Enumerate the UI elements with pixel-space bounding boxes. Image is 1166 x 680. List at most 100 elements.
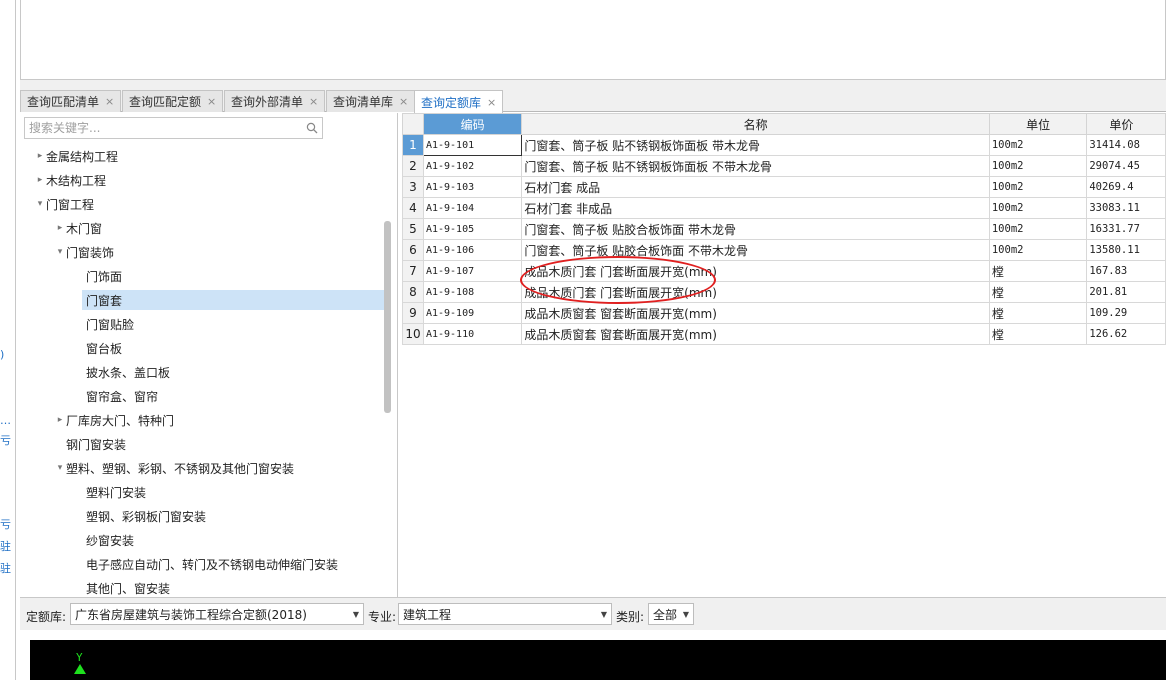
header-name[interactable]: 名称 (521, 113, 990, 135)
table-row[interactable]: 8 A1-9-108 成品木质门套 门套断面展开宽(mm) 樘 201.81 (402, 281, 1166, 303)
cell-unit[interactable]: 樘 (988, 302, 1088, 324)
cell-name[interactable]: 成品木质窗套 窗套断面展开宽(mm) (521, 323, 990, 345)
cad-drawing-area[interactable] (30, 640, 1166, 680)
tree-item[interactable]: ▾ 门窗工程 (34, 194, 94, 214)
table-row[interactable]: 5 A1-9-105 门窗套、筒子板 贴胶合板饰面 带木龙骨 100m2 16331.7… (402, 218, 1166, 240)
cell-name[interactable]: 门窗套、筒子板 贴胶合板饰面 带木龙骨 (521, 218, 990, 240)
tab-2[interactable]: 查询匹配定额 × (122, 90, 224, 112)
caret-right-icon[interactable]: ▸ (54, 415, 66, 425)
row-number[interactable]: 8 (402, 281, 424, 303)
caret-right-icon[interactable]: ▸ (54, 223, 66, 233)
tree-item[interactable]: 披水条、盖口板 (74, 362, 170, 382)
tree-item[interactable]: 门窗套 (82, 290, 390, 310)
tree-item[interactable]: 塑钢、彩钢板门窗安装 (74, 506, 206, 526)
search-box[interactable] (24, 117, 323, 139)
header-unit[interactable]: 单位 (988, 113, 1088, 135)
tree-item[interactable]: 窗帘盒、窗帘 (74, 386, 158, 406)
close-icon[interactable]: × (105, 95, 114, 108)
row-number[interactable]: 1 (402, 134, 424, 156)
cell-name[interactable]: 石材门套 非成品 (521, 197, 990, 219)
cell-price[interactable]: 40269.4 (1086, 176, 1166, 198)
tab-1[interactable]: 查询匹配清单 × (20, 90, 122, 112)
search-input[interactable] (29, 121, 306, 135)
table-row[interactable]: 9 A1-9-109 成品木质窗套 窗套断面展开宽(mm) 樘 109.29 (402, 302, 1166, 324)
row-number[interactable]: 4 (402, 197, 424, 219)
tree-item[interactable]: 门饰面 (74, 266, 122, 286)
cell-price[interactable]: 126.62 (1086, 323, 1166, 345)
major-select[interactable]: 建筑工程 ▼ (398, 603, 612, 625)
tree-item[interactable]: ▾ 门窗装饰 (54, 242, 114, 262)
cell-price[interactable]: 13580.11 (1086, 239, 1166, 261)
tab-4[interactable]: 查询清单库 × (326, 90, 416, 112)
cell-price[interactable]: 16331.77 (1086, 218, 1166, 240)
cell-code[interactable]: A1-9-102 (422, 155, 523, 177)
splitter[interactable] (20, 80, 1166, 88)
tree-item[interactable]: 其他门、窗安装 (74, 578, 170, 598)
header-code[interactable]: 编码 (422, 113, 523, 135)
table-row[interactable]: 1 A1-9-101 门窗套、筒子板 贴不锈钢板饰面板 带木龙骨 100m2 31414… (402, 134, 1166, 156)
cell-price[interactable]: 29074.45 (1086, 155, 1166, 177)
tree-item[interactable]: 纱窗安装 (74, 530, 134, 550)
close-icon[interactable]: × (309, 95, 318, 108)
row-number[interactable]: 6 (402, 239, 424, 261)
cell-code[interactable]: A1-9-108 (422, 281, 523, 303)
table-row[interactable]: 6 A1-9-106 门窗套、筒子板 贴胶合板饰面 不带木龙骨 100m2 13580.… (402, 239, 1166, 261)
row-number[interactable]: 9 (402, 302, 424, 324)
tree-item[interactable]: ▾ 塑料、塑钢、彩钢、不锈钢及其他门窗安装 (54, 458, 294, 478)
cell-unit[interactable]: 100m2 (988, 134, 1088, 156)
table-row[interactable]: 4 A1-9-104 石材门套 非成品 100m2 33083.11 (402, 197, 1166, 219)
close-icon[interactable]: × (207, 95, 216, 108)
cell-name[interactable]: 门窗套、筒子板 贴不锈钢板饰面板 带木龙骨 (521, 134, 990, 156)
cell-unit[interactable]: 100m2 (988, 197, 1088, 219)
table-row[interactable]: 10 A1-9-110 成品木质窗套 窗套断面展开宽(mm) 樘 126.62 (402, 323, 1166, 345)
category-select[interactable]: 全部 ▼ (648, 603, 694, 625)
tree-item[interactable]: 门窗贴脸 (74, 314, 134, 334)
row-number[interactable]: 7 (402, 260, 424, 282)
row-number[interactable]: 3 (402, 176, 424, 198)
tree-item[interactable]: ▸ 金属结构工程 (34, 146, 118, 166)
cell-unit[interactable]: 樘 (988, 281, 1088, 303)
cell-code[interactable]: A1-9-109 (422, 302, 523, 324)
row-number[interactable]: 10 (402, 323, 424, 345)
cell-price[interactable]: 31414.08 (1086, 134, 1166, 156)
caret-down-icon[interactable]: ▾ (34, 199, 46, 209)
tree-item[interactable]: ▸ 木门窗 (54, 218, 102, 238)
tree-item[interactable]: ▸ 厂库房大门、特种门 (54, 410, 174, 430)
tree-item[interactable]: 电子感应自动门、转门及不锈钢电动伸缩门安装 (74, 554, 338, 574)
table-row[interactable]: 2 A1-9-102 门窗套、筒子板 贴不锈钢板饰面板 不带木龙骨 100m2 2907… (402, 155, 1166, 177)
table-row[interactable]: 7 A1-9-107 成品木质门套 门套断面展开宽(mm) 樘 167.83 (402, 260, 1166, 282)
tab-3[interactable]: 查询外部清单 × (224, 90, 326, 112)
cell-code[interactable]: A1-9-105 (422, 218, 523, 240)
cell-code[interactable]: A1-9-107 (422, 260, 523, 282)
cell-price[interactable]: 109.29 (1086, 302, 1166, 324)
cell-code[interactable]: A1-9-103 (422, 176, 523, 198)
search-icon[interactable] (306, 122, 318, 134)
header-price[interactable]: 单价 (1086, 113, 1166, 135)
tree-scrollbar-thumb[interactable] (384, 221, 391, 413)
cell-name[interactable]: 门窗套、筒子板 贴不锈钢板饰面板 不带木龙骨 (521, 155, 990, 177)
cell-unit[interactable]: 樘 (988, 323, 1088, 345)
tree-item[interactable]: 窗台板 (74, 338, 122, 358)
cell-name[interactable]: 石材门套 成品 (521, 176, 990, 198)
caret-down-icon[interactable]: ▾ (54, 463, 66, 473)
cell-unit[interactable]: 100m2 (988, 155, 1088, 177)
close-icon[interactable]: × (487, 96, 496, 109)
table-row[interactable]: 3 A1-9-103 石材门套 成品 100m2 40269.4 (402, 176, 1166, 198)
close-icon[interactable]: × (399, 95, 408, 108)
cell-code[interactable]: A1-9-101 (422, 134, 523, 156)
cell-code[interactable]: A1-9-110 (422, 323, 523, 345)
caret-right-icon[interactable]: ▸ (34, 151, 46, 161)
tree-item[interactable]: 钢门窗安装 (54, 434, 126, 454)
row-number[interactable]: 2 (402, 155, 424, 177)
caret-down-icon[interactable]: ▾ (54, 247, 66, 257)
cell-code[interactable]: A1-9-106 (422, 239, 523, 261)
tree-item[interactable]: 塑料门安装 (74, 482, 146, 502)
cell-unit[interactable]: 100m2 (988, 239, 1088, 261)
cell-unit[interactable]: 100m2 (988, 176, 1088, 198)
caret-right-icon[interactable]: ▸ (34, 175, 46, 185)
cell-price[interactable]: 33083.11 (1086, 197, 1166, 219)
cell-unit[interactable]: 樘 (988, 260, 1088, 282)
tab-5[interactable]: 查询定额库 × (414, 90, 504, 113)
cell-name[interactable]: 成品木质窗套 窗套断面展开宽(mm) (521, 302, 990, 324)
cell-unit[interactable]: 100m2 (988, 218, 1088, 240)
